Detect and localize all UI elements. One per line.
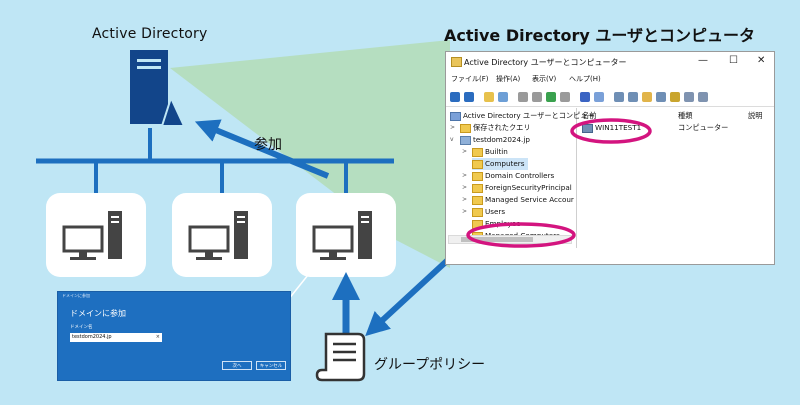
highlight-computer bbox=[570, 118, 652, 144]
highlight-overlay bbox=[466, 118, 652, 248]
diagram-canvas: Active Directory 参加 グループポリシー ドメインに参加 ドメイ… bbox=[0, 0, 800, 405]
highlight-managed-computers bbox=[466, 222, 576, 248]
